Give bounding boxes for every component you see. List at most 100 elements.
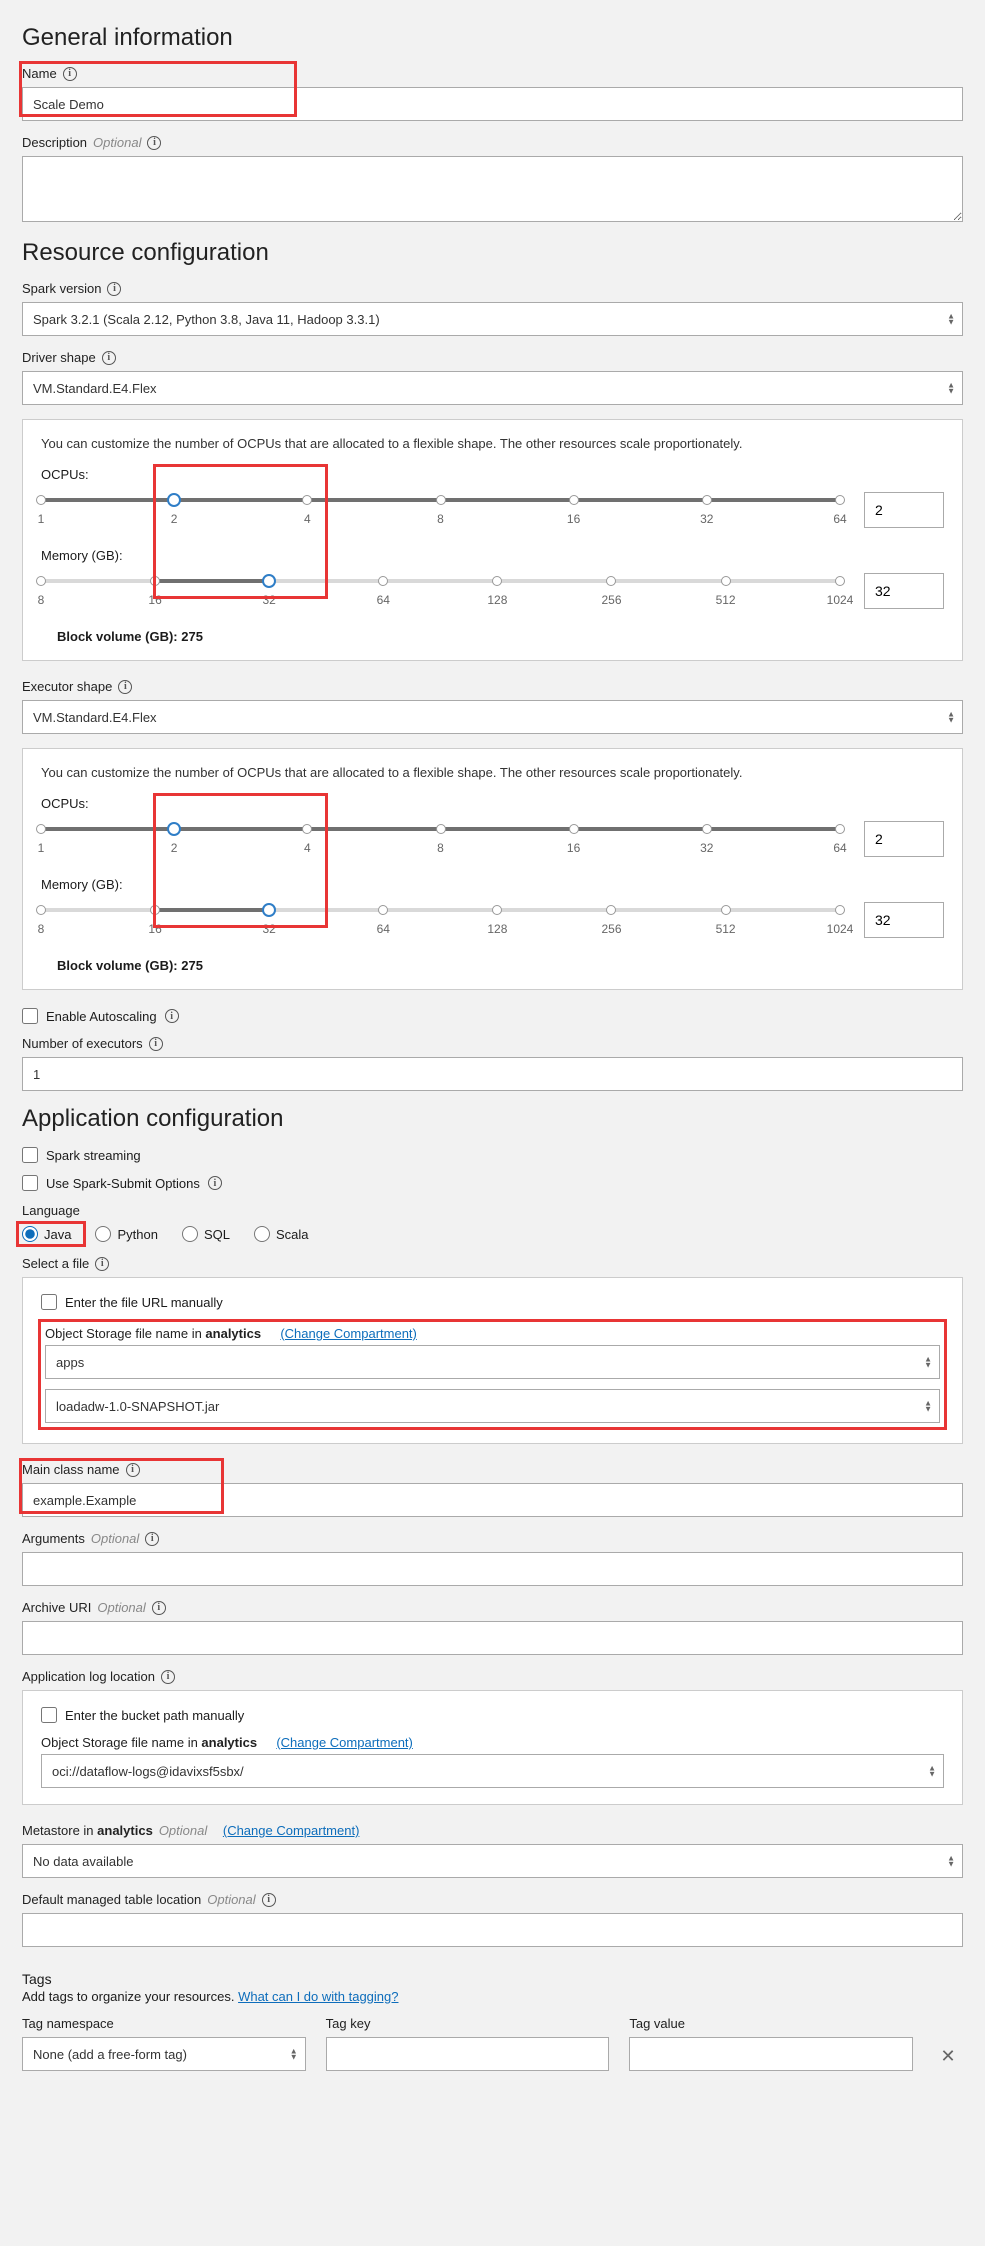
enter-url-label: Enter the file URL manually	[65, 1295, 223, 1310]
spark-version-label: Spark version	[22, 281, 101, 296]
tags-help-link[interactable]: What can I do with tagging?	[238, 1989, 398, 2004]
main-class-label: Main class name	[22, 1462, 120, 1477]
block-volume-label: Block volume (GB): 275	[57, 958, 944, 973]
metastore-label: Metastore in analytics	[22, 1823, 153, 1838]
language-label: Language	[22, 1203, 80, 1218]
ocpu-value-input[interactable]	[864, 492, 944, 528]
log-location-label: Application log location	[22, 1669, 155, 1684]
memory-value-input[interactable]	[864, 902, 944, 938]
memory-value-input[interactable]	[864, 573, 944, 609]
arguments-label: Arguments	[22, 1531, 85, 1546]
tags-title: Tags	[22, 1971, 963, 1987]
slider-thumb[interactable]	[167, 822, 181, 836]
language-scala-radio[interactable]: Scala	[254, 1226, 309, 1242]
info-icon: i	[145, 1532, 159, 1546]
memory-slider[interactable]	[41, 908, 840, 912]
chevron-updown-icon: ▲▼	[924, 1356, 932, 1367]
ocpu-slider[interactable]	[41, 827, 840, 831]
chevron-updown-icon: ▲▼	[924, 1400, 932, 1411]
memory-slider[interactable]	[41, 579, 840, 583]
block-volume-label: Block volume (GB): 275	[57, 629, 944, 644]
change-compartment-link[interactable]: (Change Compartment)	[280, 1326, 417, 1341]
executor-shape-label: Executor shape	[22, 679, 112, 694]
file-select[interactable]	[45, 1389, 940, 1423]
info-icon: i	[118, 680, 132, 694]
info-icon: i	[262, 1893, 276, 1907]
optional-label: Optional	[93, 135, 141, 150]
executor-shape-select[interactable]	[22, 700, 963, 734]
info-icon: i	[147, 136, 161, 150]
main-class-input[interactable]	[22, 1483, 963, 1517]
slider-thumb[interactable]	[262, 903, 276, 917]
tag-key-input[interactable]	[326, 2037, 610, 2071]
obj-storage-label: Object Storage file name in analytics	[45, 1326, 261, 1341]
info-icon: i	[161, 1670, 175, 1684]
tag-namespace-select[interactable]	[22, 2037, 306, 2071]
enable-autoscaling-checkbox[interactable]	[22, 1008, 38, 1024]
chevron-updown-icon: ▲▼	[947, 1855, 955, 1866]
slider-thumb[interactable]	[262, 574, 276, 588]
language-java-radio[interactable]: Java	[22, 1226, 71, 1242]
log-bucket-select[interactable]	[41, 1754, 944, 1788]
description-input[interactable]	[22, 156, 963, 222]
bucket-select[interactable]	[45, 1345, 940, 1379]
arguments-input[interactable]	[22, 1552, 963, 1586]
info-icon: i	[152, 1601, 166, 1615]
section-resource-title: Resource configuration	[22, 239, 963, 267]
panel-description: You can customize the number of OCPUs th…	[41, 765, 944, 780]
enter-bucket-checkbox[interactable]	[41, 1707, 57, 1723]
ocpu-label: OCPUs:	[41, 796, 944, 811]
memory-label: Memory (GB):	[41, 548, 944, 563]
slider-thumb[interactable]	[167, 493, 181, 507]
select-file-label: Select a file	[22, 1256, 89, 1271]
archive-uri-label: Archive URI	[22, 1600, 91, 1615]
name-input[interactable]	[22, 87, 963, 121]
executor-shape-panel: You can customize the number of OCPUs th…	[22, 748, 963, 990]
section-general-title: General information	[22, 24, 963, 52]
obj-storage-label: Object Storage file name in analytics	[41, 1735, 257, 1750]
enter-bucket-label: Enter the bucket path manually	[65, 1708, 244, 1723]
chevron-updown-icon: ▲▼	[290, 2048, 298, 2059]
ocpu-slider[interactable]	[41, 498, 840, 502]
info-icon: i	[208, 1176, 222, 1190]
info-icon: i	[149, 1037, 163, 1051]
section-app-title: Application configuration	[22, 1105, 963, 1133]
memory-label: Memory (GB):	[41, 877, 944, 892]
tag-value-label: Tag value	[629, 2016, 685, 2031]
driver-shape-panel: You can customize the number of OCPUs th…	[22, 419, 963, 661]
chevron-updown-icon: ▲▼	[947, 313, 955, 324]
spark-submit-label: Use Spark-Submit Options	[46, 1176, 200, 1191]
description-label: Description	[22, 135, 87, 150]
num-executors-input[interactable]	[22, 1057, 963, 1091]
panel-description: You can customize the number of OCPUs th…	[41, 436, 944, 451]
metastore-select[interactable]	[22, 1844, 963, 1878]
info-icon: i	[63, 67, 77, 81]
driver-shape-label: Driver shape	[22, 350, 96, 365]
tag-namespace-label: Tag namespace	[22, 2016, 114, 2031]
change-compartment-link[interactable]: (Change Compartment)	[223, 1823, 360, 1838]
info-icon: i	[165, 1009, 179, 1023]
chevron-updown-icon: ▲▼	[928, 1765, 936, 1776]
archive-uri-input[interactable]	[22, 1621, 963, 1655]
spark-submit-checkbox[interactable]	[22, 1175, 38, 1191]
remove-tag-button[interactable]: ✕	[933, 2041, 963, 2071]
num-executors-label: Number of executors	[22, 1036, 143, 1051]
info-icon: i	[126, 1463, 140, 1477]
chevron-updown-icon: ▲▼	[947, 382, 955, 393]
language-python-radio[interactable]: Python	[95, 1226, 157, 1242]
ocpu-value-input[interactable]	[864, 821, 944, 857]
chevron-updown-icon: ▲▼	[947, 711, 955, 722]
language-sql-radio[interactable]: SQL	[182, 1226, 230, 1242]
enable-autoscaling-label: Enable Autoscaling	[46, 1009, 157, 1024]
tag-value-input[interactable]	[629, 2037, 913, 2071]
spark-streaming-checkbox[interactable]	[22, 1147, 38, 1163]
info-icon: i	[107, 282, 121, 296]
name-label: Name	[22, 66, 57, 81]
enter-url-checkbox[interactable]	[41, 1294, 57, 1310]
change-compartment-link[interactable]: (Change Compartment)	[276, 1735, 413, 1750]
spark-streaming-label: Spark streaming	[46, 1148, 141, 1163]
spark-version-select[interactable]	[22, 302, 963, 336]
tags-desc: Add tags to organize your resources.	[22, 1989, 238, 2004]
managed-table-label: Default managed table location	[22, 1892, 201, 1907]
driver-shape-select[interactable]	[22, 371, 963, 405]
